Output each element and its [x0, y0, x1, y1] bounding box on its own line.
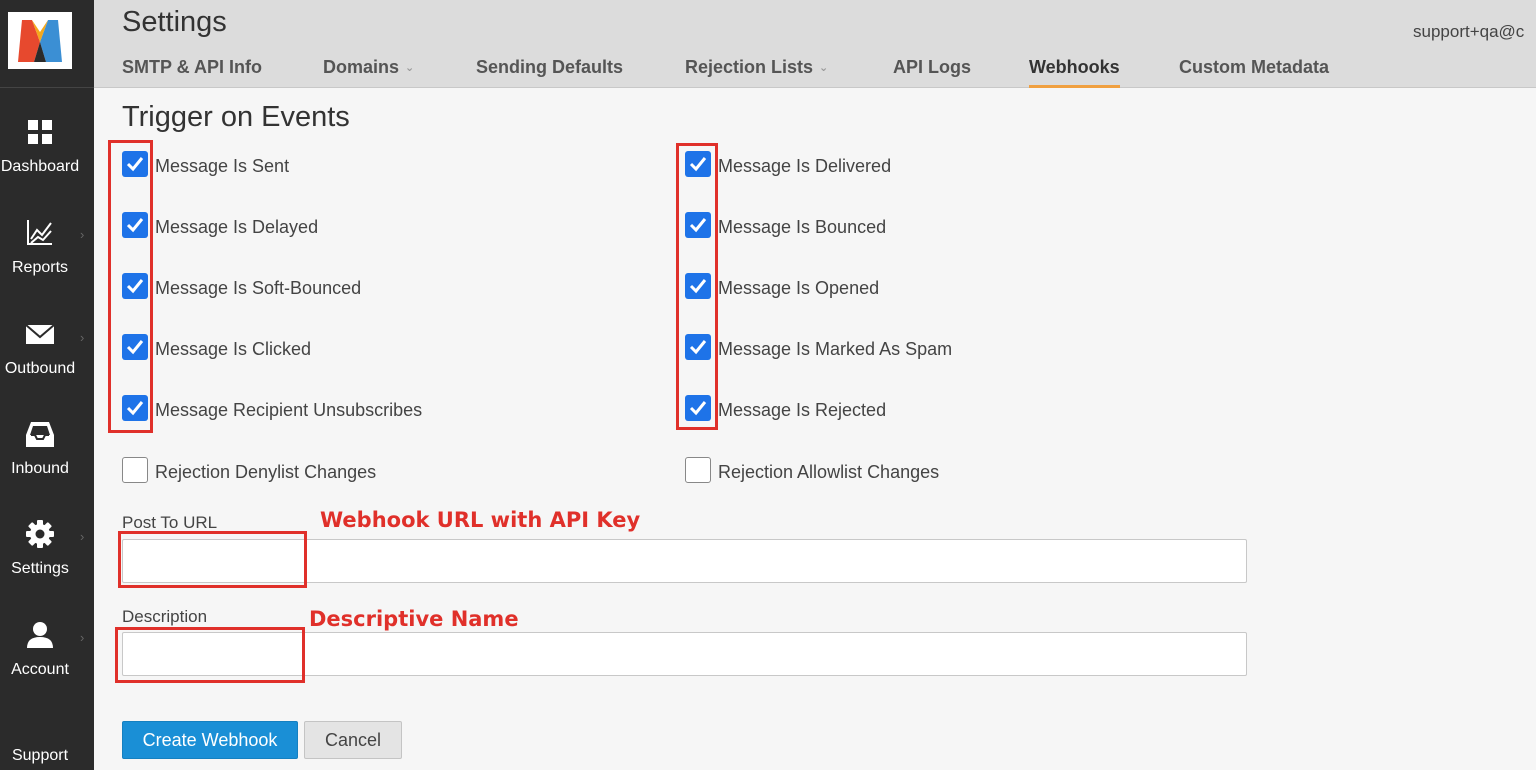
chevron-right-icon: › — [80, 330, 85, 345]
check-icon — [689, 157, 707, 172]
sidebar-label: Dashboard — [0, 158, 80, 175]
checkbox-checked[interactable] — [122, 273, 148, 299]
sidebar-label: Inbound — [11, 460, 69, 477]
checkbox-unchecked[interactable] — [122, 457, 148, 483]
checkbox-checked[interactable] — [122, 395, 148, 421]
post-url-label: Post To URL — [122, 513, 218, 532]
checkbox-label: Message Is Marked As Spam — [718, 339, 953, 359]
check-icon — [689, 401, 707, 416]
checkbox-label: Message Is Clicked — [155, 339, 312, 359]
sidebar-item-outbound[interactable]: › Outbound — [0, 320, 94, 410]
checkbox-label: Message Is Soft-Bounced — [155, 278, 362, 298]
tab-rejection-lists[interactable]: Rejection Lists ⌄ — [685, 57, 828, 88]
sidebar-item-account[interactable]: › Account — [0, 620, 94, 710]
sidebar-label: Support — [11, 747, 69, 764]
checkbox-checked[interactable] — [685, 334, 711, 360]
user-email[interactable]: support+qa@c — [1413, 22, 1524, 42]
sidebar-item-inbound[interactable]: Inbound — [0, 419, 94, 509]
cancel-button[interactable]: Cancel — [304, 721, 402, 759]
inbox-icon — [26, 422, 54, 447]
sidebar-divider — [0, 87, 94, 88]
checkbox-checked[interactable] — [685, 395, 711, 421]
checkbox-checked[interactable] — [122, 212, 148, 238]
check-icon — [126, 340, 144, 355]
app-logo[interactable] — [8, 12, 72, 69]
check-icon — [689, 218, 707, 233]
post-url-input[interactable] — [122, 539, 1247, 583]
checkbox-checked[interactable] — [122, 151, 148, 177]
tab-smtp-api-info[interactable]: SMTP & API Info — [122, 57, 262, 88]
tab-label: Custom Metadata — [1179, 57, 1330, 77]
tab-label: Sending Defaults — [476, 57, 624, 77]
sidebar-label: Account — [11, 661, 69, 678]
sidebar: Dashboard › Reports › Outbound Inbound ›… — [0, 0, 94, 770]
checkbox-unchecked[interactable] — [685, 457, 711, 483]
checkbox-label: Message Is Delivered — [718, 156, 892, 176]
tab-webhooks[interactable]: Webhooks — [1029, 57, 1120, 88]
checkbox-label: Rejection Allowlist Changes — [718, 462, 940, 482]
check-icon — [126, 279, 144, 294]
tab-label: Domains — [323, 57, 400, 77]
checkbox-label: Message Is Delayed — [155, 217, 319, 237]
annotation-webhook-url: Webhook URL with API Key — [320, 508, 641, 532]
chevron-down-icon: ⌄ — [819, 62, 829, 74]
check-icon — [126, 401, 144, 416]
check-icon — [126, 157, 144, 172]
description-label: Description — [122, 607, 208, 626]
tab-label: Rejection Lists — [685, 57, 814, 77]
tab-api-logs[interactable]: API Logs — [893, 57, 971, 88]
chevron-down-icon: ⌄ — [405, 62, 415, 74]
page-header: Settings support+qa@c SMTP & API Info Do… — [94, 0, 1536, 88]
checkbox-checked[interactable] — [685, 212, 711, 238]
create-webhook-button[interactable]: Create Webhook — [122, 721, 298, 759]
tab-domains[interactable]: Domains ⌄ — [323, 57, 414, 88]
chevron-right-icon: › — [80, 630, 85, 645]
chart-icon — [27, 220, 52, 245]
checkbox-checked[interactable] — [685, 273, 711, 299]
checkbox-label: Message Is Opened — [718, 278, 880, 298]
checkbox-label: Message Is Bounced — [718, 217, 887, 237]
grid-icon — [28, 120, 52, 144]
sidebar-item-reports[interactable]: › Reports — [0, 217, 94, 307]
check-icon — [126, 218, 144, 233]
tab-label: SMTP & API Info — [122, 57, 263, 77]
page-title: Settings — [122, 6, 227, 38]
mandrill-logo-icon — [18, 20, 62, 62]
checkbox-label: Message Recipient Unsubscribes — [155, 400, 423, 420]
annotation-descriptive-name: Descriptive Name — [309, 607, 519, 631]
sidebar-label: Reports — [11, 259, 69, 276]
description-input[interactable] — [122, 632, 1247, 676]
checkbox-label: Rejection Denylist Changes — [155, 462, 377, 482]
tab-custom-metadata[interactable]: Custom Metadata — [1179, 57, 1329, 88]
user-icon — [27, 622, 53, 648]
check-icon — [689, 279, 707, 294]
checkbox-label: Message Is Rejected — [718, 400, 887, 420]
sidebar-label: Outbound — [4, 360, 76, 377]
sidebar-item-dashboard[interactable]: Dashboard — [0, 117, 94, 207]
chevron-right-icon: › — [80, 529, 85, 544]
checkbox-checked[interactable] — [685, 151, 711, 177]
tab-sending-defaults[interactable]: Sending Defaults — [476, 57, 623, 88]
tab-label: API Logs — [893, 57, 972, 77]
sidebar-label: Settings — [11, 560, 69, 577]
sidebar-item-settings[interactable]: › Settings — [0, 519, 94, 609]
checkbox-checked[interactable] — [122, 334, 148, 360]
chevron-right-icon: › — [80, 227, 85, 242]
gear-icon — [26, 520, 54, 548]
sidebar-item-support[interactable]: Support — [0, 746, 94, 770]
checkbox-label: Message Is Sent — [155, 156, 290, 176]
check-icon — [689, 340, 707, 355]
section-title: Trigger on Events — [122, 101, 350, 133]
envelope-icon — [25, 324, 55, 344]
tab-label: Webhooks — [1029, 57, 1120, 77]
